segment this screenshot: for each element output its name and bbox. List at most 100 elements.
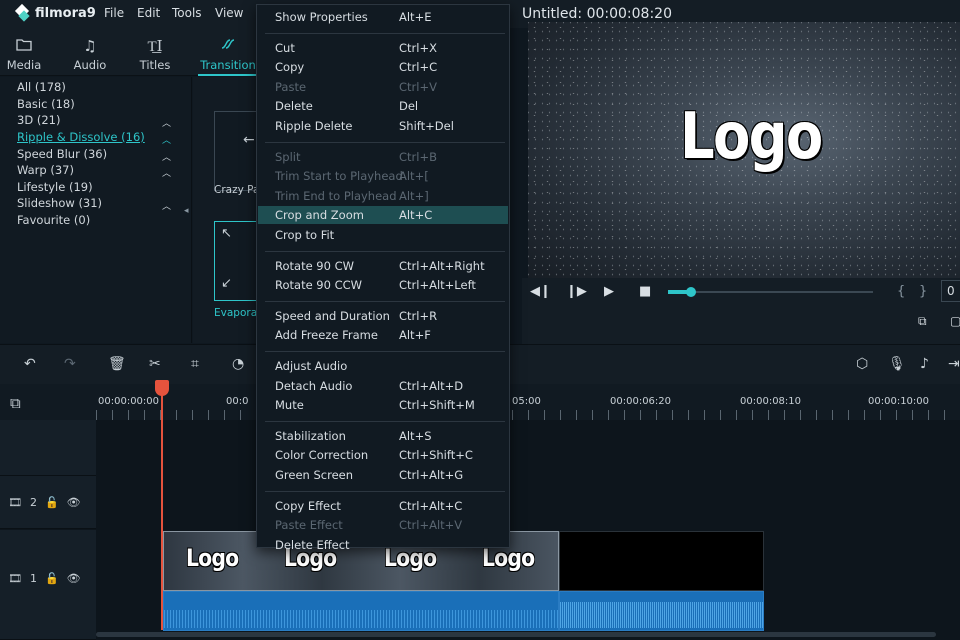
transition-label-selected: Evapora: [214, 307, 258, 319]
chevron-up-icon[interactable]: ︿: [162, 199, 171, 212]
marker-icon[interactable]: ⬡: [856, 356, 868, 372]
menu-item-label: Paste: [275, 79, 307, 94]
tab-titles[interactable]: T͟I Titles: [125, 28, 185, 76]
category-all[interactable]: All (178): [17, 80, 66, 94]
category-slideshow[interactable]: Slideshow (31): [17, 196, 102, 210]
menu-item-speed-and-duration[interactable]: Speed and Duration Ctrl+R: [258, 307, 508, 325]
menu-view[interactable]: View: [215, 6, 243, 20]
export-icon[interactable]: ⇥: [948, 356, 960, 372]
menu-item-split: Split Ctrl+B: [258, 148, 508, 166]
playhead-handle[interactable]: [155, 380, 169, 396]
category-panel: All (178) Basic (18) 3D (21) ︿ Ripple & …: [0, 77, 192, 343]
mark-in-icon[interactable]: {: [897, 284, 905, 299]
chevron-up-icon[interactable]: ︿: [162, 116, 171, 129]
menu-item-paste: Paste Ctrl+V: [258, 78, 508, 96]
undo-icon[interactable]: ↶: [24, 356, 36, 372]
play-icon[interactable]: ▶: [604, 284, 614, 299]
next-frame-icon[interactable]: ❙▶: [566, 284, 587, 299]
chevron-up-icon[interactable]: ︿: [162, 150, 171, 163]
track-number: 2: [29, 496, 37, 509]
category-3d[interactable]: 3D (21): [17, 113, 60, 127]
menu-item-shortcut: Ctrl+Shift+C: [399, 448, 473, 463]
menu-item-label: Crop to Fit: [275, 228, 335, 242]
menu-item-label: Green Screen: [275, 468, 354, 482]
menu-item-add-freeze-frame[interactable]: Add Freeze Frame Alt+F: [258, 326, 508, 344]
category-speed-blur[interactable]: Speed Blur (36): [17, 147, 107, 161]
collapse-panel-icon[interactable]: ◂: [184, 206, 189, 216]
menu-item-detach-audio[interactable]: Detach Audio Ctrl+Alt+D: [258, 377, 508, 395]
stop-icon[interactable]: ■: [639, 284, 651, 299]
arrow-up-left-icon: ↖: [221, 226, 232, 241]
menu-item-mute[interactable]: Mute Ctrl+Shift+M: [258, 396, 508, 414]
menu-item-color-correction[interactable]: Color Correction Ctrl+Shift+C: [258, 446, 508, 464]
chevron-up-icon[interactable]: ︿: [162, 166, 171, 179]
menu-item-rotate-90-cw[interactable]: Rotate 90 CW Ctrl+Alt+Right: [258, 257, 508, 275]
menu-item-label: Adjust Audio: [275, 359, 348, 373]
add-track-icon[interactable]: ⧉: [10, 394, 21, 412]
menu-item-trim-end-to-playhead: Trim End to Playhead Alt+]: [258, 187, 508, 205]
lock-icon[interactable]: 🔓: [45, 496, 59, 509]
black-clip[interactable]: [559, 531, 764, 591]
menu-item-crop-to-fit[interactable]: Crop to Fit: [258, 226, 508, 244]
menu-file[interactable]: File: [104, 6, 124, 20]
menu-item-adjust-audio[interactable]: Adjust Audio: [258, 357, 508, 375]
speed-icon[interactable]: ◔: [232, 356, 244, 372]
menu-item-rotate-90-ccw[interactable]: Rotate 90 CCW Ctrl+Alt+Left: [258, 276, 508, 294]
prev-frame-icon[interactable]: ◀❙: [530, 284, 551, 299]
delete-icon[interactable]: 🗑: [108, 356, 126, 372]
microphone-icon[interactable]: 🎙: [888, 356, 906, 372]
category-ripple-dissolve[interactable]: Ripple & Dissolve (16): [17, 130, 145, 144]
transition-grid: ← Crazy Pa ↖ ↙ Evapora: [193, 77, 264, 343]
chevron-up-icon[interactable]: ︿: [162, 133, 171, 146]
menu-item-label: Detach Audio: [275, 378, 353, 393]
folder-icon: [0, 34, 54, 58]
menu-item-label: Delete: [275, 99, 313, 114]
menu-item-show-properties[interactable]: Show Properties Alt+E: [258, 8, 508, 26]
playhead[interactable]: [161, 384, 163, 630]
tab-media[interactable]: Media: [0, 28, 54, 76]
menu-item-delete-effect[interactable]: Delete Effect: [258, 536, 508, 554]
audio-waveform: [164, 610, 558, 628]
menu-item-ripple-delete[interactable]: Ripple Delete Shift+Del: [258, 117, 508, 135]
lock-icon[interactable]: 🔓: [45, 572, 59, 585]
crop-icon[interactable]: ⌗: [191, 356, 199, 372]
menu-item-delete[interactable]: Delete Del: [258, 97, 508, 115]
menu-item-copy-effect[interactable]: Copy Effect Ctrl+Alt+C: [258, 497, 508, 515]
tab-audio[interactable]: ♫ Audio: [60, 28, 120, 76]
scrub-bar[interactable]: [668, 291, 873, 293]
timecode-field[interactable]: 0: [941, 280, 960, 302]
menu-item-label: Mute: [275, 398, 304, 413]
menu-item-shortcut: Shift+Del: [399, 119, 454, 133]
menu-item-shortcut: Ctrl+R: [399, 308, 438, 323]
menu-edit[interactable]: Edit: [137, 6, 160, 20]
render-preview-icon[interactable]: ⧉: [918, 314, 927, 329]
menu-item-green-screen[interactable]: Green Screen Ctrl+Alt+G: [258, 466, 508, 484]
menu-tools[interactable]: Tools: [172, 6, 202, 20]
menu-item-label: Trim Start to Playhead: [275, 169, 403, 184]
category-lifestyle[interactable]: Lifestyle (19): [17, 180, 93, 194]
timeline-scrollbar[interactable]: [96, 632, 936, 637]
project-title: Untitled: 00:00:08:20: [522, 6, 672, 22]
tab-transition[interactable]: Transition: [198, 28, 258, 76]
eye-icon[interactable]: 👁: [67, 496, 81, 509]
scrub-handle[interactable]: [686, 287, 696, 297]
category-favourite[interactable]: Favourite (0): [17, 213, 90, 227]
menu-item-cut[interactable]: Cut Ctrl+X: [258, 39, 508, 57]
mark-out-icon[interactable]: }: [919, 284, 927, 299]
snapshot-icon[interactable]: ▢: [950, 314, 960, 328]
tab-titles-label: Titles: [139, 58, 171, 72]
eye-icon[interactable]: 👁: [67, 572, 81, 585]
cut-icon[interactable]: ✂: [149, 356, 161, 372]
audio-clip[interactable]: [163, 591, 559, 631]
category-basic[interactable]: Basic (18): [17, 97, 75, 111]
preview-window[interactable]: Logo: [528, 22, 960, 278]
audio-clip[interactable]: [559, 591, 764, 631]
menu-item-shortcut: Alt+[: [399, 169, 429, 184]
category-warp[interactable]: Warp (37): [17, 163, 74, 177]
redo-icon[interactable]: ↷: [64, 356, 76, 372]
menu-item-crop-and-zoom[interactable]: Crop and Zoom Alt+C: [258, 206, 508, 225]
voiceover-icon[interactable]: ♪: [920, 356, 929, 372]
menu-item-copy[interactable]: Copy Ctrl+C: [258, 58, 508, 76]
menu-item-stabilization[interactable]: Stabilization Alt+S: [258, 427, 508, 445]
tab-transition-label: Transition: [200, 58, 256, 72]
